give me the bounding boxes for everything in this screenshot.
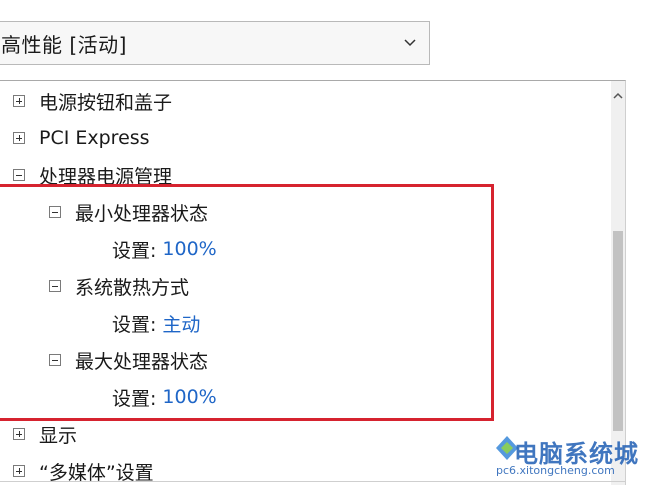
tree-setting-system-cooling-policy[interactable]: 设置: 主动 (112, 308, 200, 338)
tree-item-label: 处理器电源管理 (39, 165, 173, 188)
site-watermark: 电脑系统城 pc6.xitongcheng.com (494, 432, 644, 482)
tree-item-label: 最小处理器状态 (75, 202, 209, 225)
collapse-minus-icon[interactable] (49, 280, 61, 292)
power-options-advanced-settings: 高性能 [活动] 电源按钮和盖子 PCI Express 处理器电源管理 最小处… (0, 0, 646, 485)
tree-item-label: 电源按钮和盖子 (39, 91, 173, 114)
settings-tree[interactable]: 电源按钮和盖子 PCI Express 处理器电源管理 最小处理器状态 设置: … (0, 80, 626, 485)
watermark-url: pc6.xitongcheng.com (496, 464, 615, 477)
setting-label: 设置: (112, 239, 157, 262)
tree-item-display[interactable]: 显示 (13, 419, 77, 449)
tree-item-label: 最大处理器状态 (75, 350, 209, 373)
tree-item-label: 显示 (39, 424, 78, 447)
tree-setting-max-processor-state[interactable]: 设置: 100% (112, 382, 217, 412)
power-plan-dropdown[interactable]: 高性能 [活动] (0, 21, 430, 65)
setting-label: 设置: (112, 387, 157, 410)
tree-item-max-processor-state[interactable]: 最大处理器状态 (49, 345, 208, 375)
vertical-scrollbar[interactable] (611, 81, 625, 485)
chevron-down-icon (404, 39, 416, 47)
collapse-minus-icon[interactable] (13, 169, 25, 181)
expand-plus-icon[interactable] (13, 428, 25, 440)
setting-value-link[interactable]: 100% (162, 238, 216, 260)
setting-value-link[interactable]: 100% (162, 386, 216, 408)
scrollbar-thumb[interactable] (613, 231, 623, 431)
tree-item-min-processor-state[interactable]: 最小处理器状态 (49, 197, 208, 227)
expand-plus-icon[interactable] (13, 465, 25, 477)
tree-item-power-buttons-lid[interactable]: 电源按钮和盖子 (13, 86, 172, 116)
collapse-minus-icon[interactable] (49, 354, 61, 366)
expand-plus-icon[interactable] (13, 95, 25, 107)
tree-item-processor-power-management[interactable]: 处理器电源管理 (13, 160, 172, 190)
tree-setting-min-processor-state[interactable]: 设置: 100% (112, 234, 217, 264)
setting-label: 设置: (112, 313, 157, 336)
collapse-minus-icon[interactable] (49, 206, 61, 218)
tree-item-label: 系统散热方式 (75, 276, 190, 299)
power-plan-selected-value: 高性能 [活动] (1, 32, 127, 57)
tree-item-label: PCI Express (39, 127, 150, 149)
scroll-up-arrow-icon[interactable] (613, 91, 623, 101)
tree-item-pci-express[interactable]: PCI Express (13, 123, 150, 153)
expand-plus-icon[interactable] (13, 132, 25, 144)
setting-value-link[interactable]: 主动 (162, 310, 200, 337)
tree-item-system-cooling-policy[interactable]: 系统散热方式 (49, 271, 189, 301)
